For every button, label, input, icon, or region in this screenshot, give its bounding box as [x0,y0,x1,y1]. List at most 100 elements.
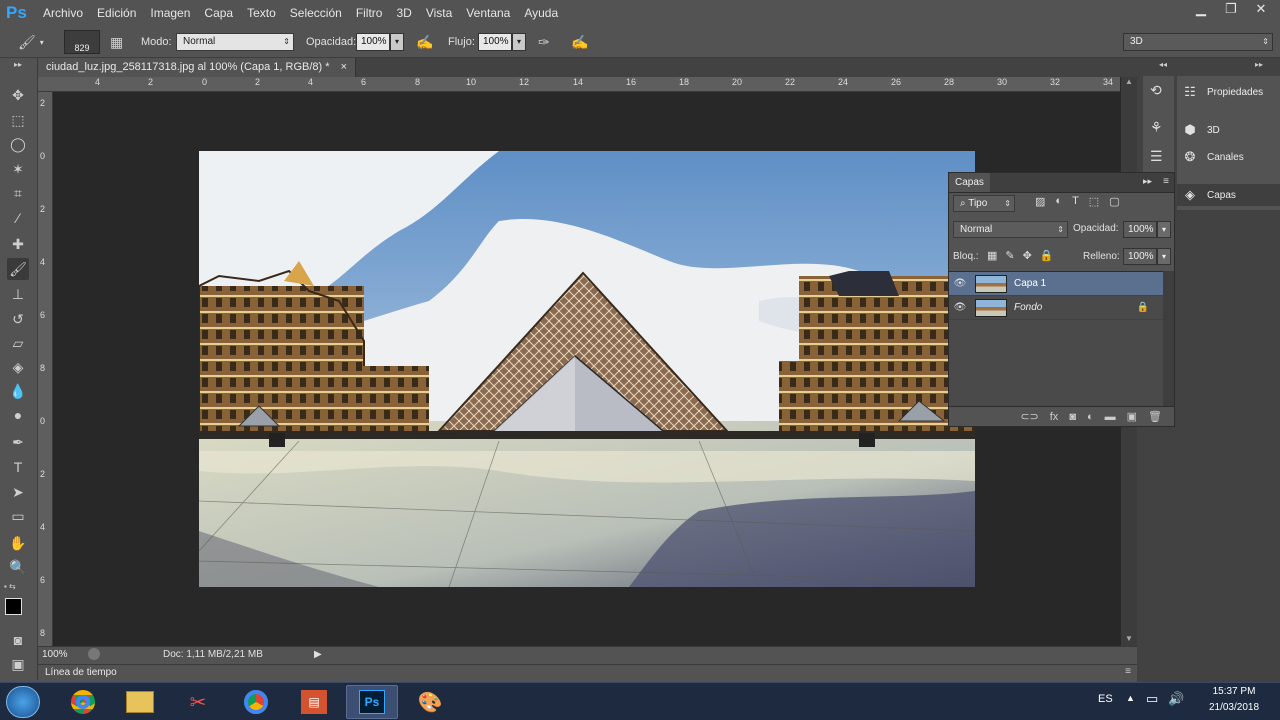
move-tool-icon[interactable]: ✥ [7,84,29,106]
shape-filter-icon[interactable]: ⬚ [1089,195,1099,208]
new-layer-icon[interactable]: ▣ [1127,410,1137,423]
type-filter-icon[interactable]: T [1072,195,1079,208]
layers-scrollbar[interactable] [1163,271,1174,406]
foreground-color-swatch[interactable] [5,598,22,615]
taskbar-photoshop[interactable]: Ps [346,685,398,719]
menu-imagen[interactable]: Imagen [143,6,197,20]
history-icon[interactable]: ⟲ [1150,82,1162,99]
delete-layer-icon[interactable]: 🗑 [1148,410,1162,423]
taskbar-paint[interactable]: 🎨 [404,685,456,719]
layer-blend-select[interactable]: Normal ⇕ [953,221,1068,238]
fill-dropdown[interactable]: ▾ [1157,248,1171,265]
taskbar-powerpoint[interactable]: ▤ [288,685,340,719]
menu-ayuda[interactable]: Ayuda [517,6,565,20]
collapse-dock-icon[interactable]: ◂◂ [1159,60,1167,69]
brush-tool-preset[interactable]: 🖌 ▾ [18,33,44,51]
scroll-down-icon[interactable]: ▼ [1121,634,1137,646]
layer-opacity-dropdown[interactable]: ▾ [1157,221,1171,238]
layer-style-icon[interactable]: fx [1050,411,1059,423]
lock-transparency-icon[interactable]: ▦ [987,249,997,262]
panel-canales[interactable]: ❂ Canales [1181,146,1244,168]
crop-tool-icon[interactable]: ⌗ [7,182,29,204]
panel-menu-icon[interactable]: ≡ [1163,176,1169,187]
pressure-size-button[interactable]: ✍ [571,33,588,51]
rectangle-tool-icon[interactable]: ▭ [7,505,29,527]
panel-3d[interactable]: ⬢ 3D [1181,119,1219,141]
brush-tool-icon[interactable]: 🖌 [7,258,29,280]
eyedropper-tool-icon[interactable]: ⁄ [7,207,29,229]
magic-wand-tool-icon[interactable]: ✶ [7,158,29,180]
dodge-tool-icon[interactable]: ● [7,404,29,426]
panel-menu-icon[interactable]: ≡ [1125,666,1131,677]
expand-dock-icon[interactable]: ▸▸ [1255,60,1263,69]
blur-tool-icon[interactable]: 💧 [7,380,29,402]
brush-panel-toggle[interactable]: ▦ [110,33,123,51]
lasso-tool-icon[interactable]: ◯ [7,133,29,155]
collapse-panel-icon[interactable]: ▸▸ [1143,176,1152,187]
language-indicator[interactable]: ES [1098,693,1113,705]
tray-expand-icon[interactable]: ▲ [1126,693,1135,703]
layers-tab[interactable]: Capas [949,173,990,192]
hand-tool-icon[interactable]: ✋ [7,532,29,554]
adjustment-layer-icon[interactable]: ◐ [1087,411,1094,423]
taskbar-chrome-1[interactable] [57,685,109,719]
flujo-field[interactable]: 100% ▾ [478,33,526,51]
menu-filtro[interactable]: Filtro [349,6,390,20]
fill-field[interactable]: 100% ▾ [1123,248,1171,265]
pressure-opacity-button[interactable]: ✍ [416,33,433,51]
quick-mask-icon[interactable]: ◙ [7,629,29,651]
taskbar-snipping[interactable]: ✂ [172,685,224,719]
menu-capa[interactable]: Capa [197,6,240,20]
network-icon[interactable]: ▭ [1146,691,1158,707]
flujo-dropdown[interactable]: ▾ [512,33,526,51]
swap-colors-icon[interactable]: ▪ ⇆ [4,582,34,592]
modo-select[interactable]: Normal ⇕ [176,33,294,51]
panel-propiedades[interactable]: ☷ Propiedades [1181,81,1263,103]
layer-mask-icon[interactable]: ◙ [1069,411,1076,423]
lock-pixels-icon[interactable]: ✎ [1005,249,1014,262]
close-tab-icon[interactable]: × [341,61,347,73]
menu-ventana[interactable]: Ventana [459,6,517,20]
brush-presets-icon[interactable]: ⚘ [1150,119,1163,136]
zoom-tool-icon[interactable]: 🔍 [7,556,29,578]
image-filter-icon[interactable]: ▨ [1035,195,1045,208]
document-tab[interactable]: ciudad_luz.jpg_258117318.jpg al 100% (Ca… [38,58,357,77]
restore-button[interactable]: ❐ [1216,0,1246,20]
menu-archivo[interactable]: Archivo [36,6,90,20]
menu-texto[interactable]: Texto [240,6,283,20]
opacidad-field[interactable]: 100% ▾ [356,33,404,51]
close-button[interactable]: ✕ [1246,0,1276,20]
adjustment-filter-icon[interactable]: ◐ [1055,195,1062,208]
clock-time[interactable]: 15:37 PM [1204,686,1264,697]
collapse-toolbar-button[interactable]: ▸▸ [7,60,29,70]
visibility-eye-icon[interactable]: 👁 [949,278,971,289]
screen-mode-icon[interactable]: ▣ [7,653,29,675]
layer-row-capa-1[interactable]: 👁 Capa 1 [949,272,1163,296]
taskbar-explorer[interactable] [114,685,166,719]
lock-position-icon[interactable]: ✥ [1023,249,1032,262]
marquee-tool-icon[interactable]: ⬚ [7,109,29,131]
eraser-tool-icon[interactable]: ▱ [7,332,29,354]
path-selection-tool-icon[interactable]: ➤ [7,481,29,503]
status-menu-icon[interactable] [88,648,100,660]
panel-capas[interactable]: ◈ Capas [1177,184,1280,206]
layer-opacity-field[interactable]: 100% ▾ [1123,221,1171,238]
menu-3d[interactable]: 3D [389,6,418,20]
type-tool-icon[interactable]: T [7,456,29,478]
taskbar-chrome-2[interactable] [230,685,282,719]
status-expand-arrow-icon[interactable]: ▶ [314,649,322,660]
layer-row-fondo[interactable]: 👁 Fondo 🔒 [949,296,1163,320]
history-brush-tool-icon[interactable]: ↺ [7,308,29,330]
airbrush-button[interactable]: ✑ [538,33,550,51]
menu-edicion[interactable]: Edición [90,6,143,20]
workspace-select[interactable]: 3D ⇕ [1123,33,1273,51]
lock-all-icon[interactable]: 🔒 [1040,249,1054,262]
layer-filter-select[interactable]: ⌕ Tipo ⇕ [953,195,1015,212]
opacidad-dropdown[interactable]: ▾ [390,33,404,51]
timeline-tab[interactable]: Línea de tiempo [45,667,117,678]
adjustments-icon[interactable]: ☰ [1150,148,1163,165]
smart-object-filter-icon[interactable]: ▢ [1109,195,1119,208]
document-image[interactable] [199,151,975,587]
menu-vista[interactable]: Vista [419,6,459,20]
layer-name[interactable]: Capa 1 [1014,278,1046,289]
